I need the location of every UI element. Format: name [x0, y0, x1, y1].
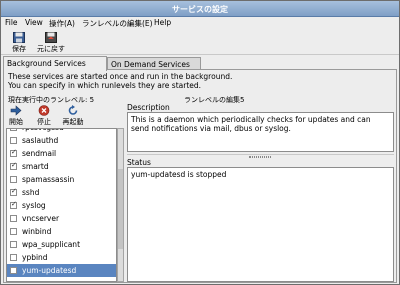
floppy-icon	[13, 32, 25, 43]
status-text: yum-updatesd is stopped	[127, 167, 394, 282]
start-label: 開始	[9, 118, 23, 126]
revert-icon	[45, 32, 57, 43]
service-checkbox[interactable]	[10, 241, 17, 248]
service-row[interactable]: winbind	[7, 225, 116, 238]
service-row[interactable]: smartd	[7, 160, 116, 173]
status-label: Status	[127, 158, 151, 167]
description-text: This is a daemon which periodically chec…	[127, 112, 394, 152]
revert-button[interactable]: 元に戻す	[37, 32, 65, 54]
service-name: rpcsvcgssd	[22, 129, 64, 132]
service-row[interactable]: wpa_supplicant	[7, 238, 116, 251]
tab-background-services[interactable]: Background Services	[3, 56, 107, 71]
service-row[interactable]: saslauthd	[7, 134, 116, 147]
service-row[interactable]: sendmail	[7, 147, 116, 160]
pane-divider[interactable]	[127, 154, 394, 159]
service-checkbox[interactable]	[10, 176, 17, 183]
service-name: syslog	[22, 201, 46, 210]
service-name: yum-updatesd	[22, 266, 77, 275]
save-label: 保存	[12, 45, 26, 53]
service-row[interactable]: syslog	[7, 199, 116, 212]
title-bar[interactable]: サービスの設定	[1, 1, 399, 17]
info-line-2: You can specify in which runlevels they …	[8, 81, 202, 90]
service-row[interactable]: ypbind	[7, 251, 116, 264]
service-name: vncserver	[22, 214, 60, 223]
editing-runlevel-label: ランレベルの編集5	[184, 96, 245, 104]
menu-edit-runlevel[interactable]: ランレベルの編集(E)	[82, 18, 153, 29]
service-name: ypbind	[22, 253, 48, 262]
service-name: wpa_supplicant	[22, 240, 81, 249]
stop-button[interactable]: 停止	[36, 105, 52, 127]
services-window: サービスの設定 File View 操作(A) ランレベルの編集(E) Help…	[0, 0, 400, 285]
service-row[interactable]: vncserver	[7, 212, 116, 225]
menu-view[interactable]: View	[25, 18, 43, 27]
service-name: spamassassin	[22, 175, 75, 184]
menu-bar: File View 操作(A) ランレベルの編集(E) Help	[1, 17, 399, 30]
restart-label: 再起動	[62, 118, 84, 126]
service-row[interactable]: sshd	[7, 186, 116, 199]
service-name: smartd	[22, 162, 49, 171]
save-button[interactable]: 保存	[9, 32, 29, 54]
services-scrollbar[interactable]	[117, 128, 124, 282]
service-checkbox[interactable]	[10, 215, 17, 222]
current-runlevel-label: 現在実行中のランレベル: 5	[8, 96, 95, 104]
service-row[interactable]: spamassassin	[7, 173, 116, 186]
restart-icon	[67, 105, 79, 116]
service-checkbox[interactable]	[10, 228, 17, 235]
window-title: サービスの設定	[172, 5, 228, 14]
menu-help[interactable]: Help	[154, 18, 171, 27]
background-services-pane: These services are started once and run …	[3, 69, 397, 283]
service-name: winbind	[22, 227, 52, 236]
service-checkbox[interactable]	[10, 200, 17, 209]
service-name: sshd	[22, 188, 40, 197]
revert-label: 元に戻す	[37, 45, 65, 53]
service-name: sendmail	[22, 149, 57, 158]
service-checkbox[interactable]	[10, 161, 17, 170]
stop-label: 停止	[37, 118, 51, 126]
divider-grip[interactable]	[249, 156, 271, 158]
service-toolbar: 開始 停止 再起動	[6, 105, 120, 127]
stop-icon	[38, 105, 50, 116]
service-checkbox[interactable]	[10, 254, 17, 261]
service-row[interactable]: yum-updatesd	[7, 264, 116, 277]
start-arrow-icon	[10, 105, 22, 116]
service-checkbox[interactable]	[10, 267, 17, 274]
info-text: These services are started once and run …	[8, 72, 232, 90]
restart-button[interactable]: 再起動	[62, 105, 84, 127]
menu-file[interactable]: File	[5, 18, 18, 27]
service-checkbox[interactable]	[10, 187, 17, 196]
service-checkbox[interactable]	[10, 129, 17, 131]
menu-actions[interactable]: 操作(A)	[49, 18, 75, 29]
description-label: Description	[127, 103, 170, 112]
service-name: saslauthd	[22, 136, 59, 145]
services-list[interactable]: rpcsvcgssd saslauthd sendmail smartd spamass…	[6, 128, 117, 282]
service-checkbox[interactable]	[10, 137, 17, 144]
scrollbar-thumb[interactable]	[118, 169, 123, 249]
service-checkbox[interactable]	[10, 148, 17, 157]
main-toolbar: 保存 元に戻す	[1, 30, 399, 55]
start-button[interactable]: 開始	[8, 105, 24, 127]
info-line-1: These services are started once and run …	[8, 72, 233, 81]
